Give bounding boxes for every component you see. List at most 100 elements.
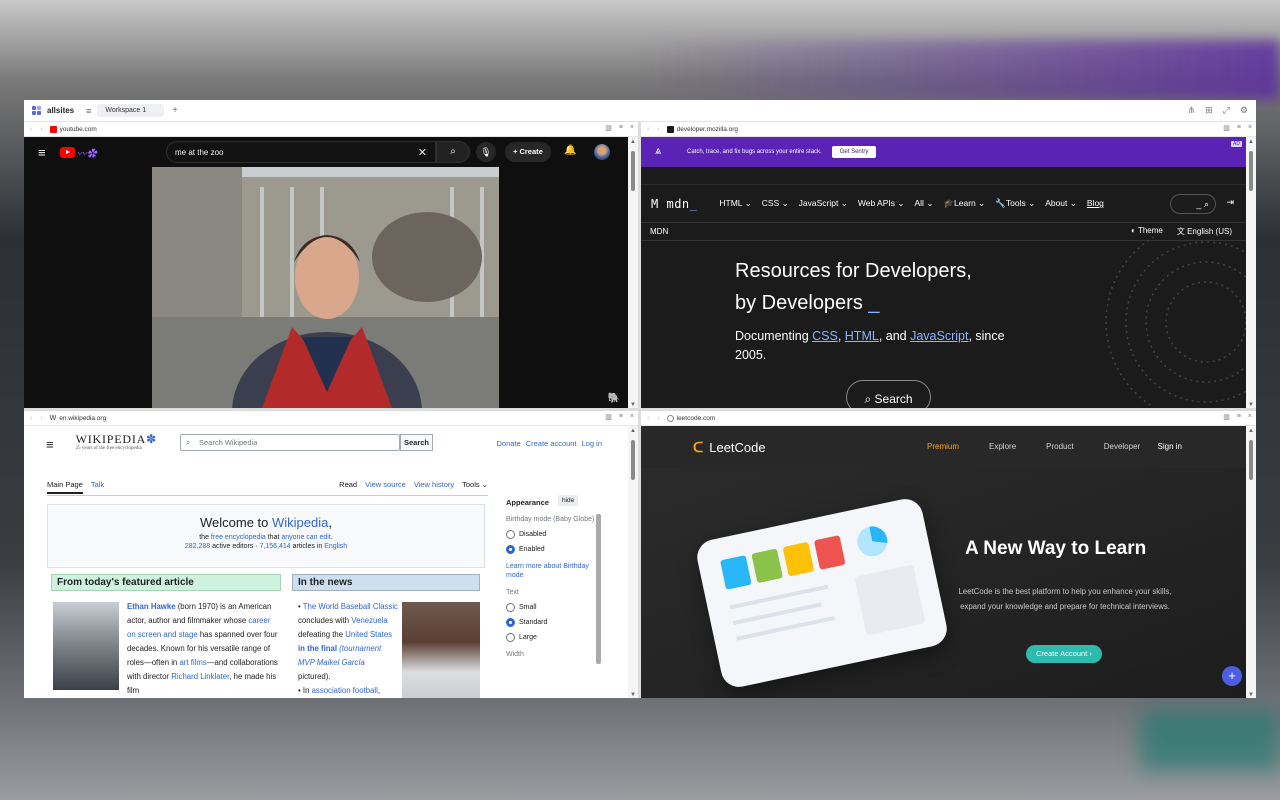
wbc-link[interactable]: The World Baseball Classic	[303, 602, 398, 611]
tab-read[interactable]: Read	[339, 480, 357, 489]
wikipedia-scrollbar[interactable]: ▲ ▼	[628, 426, 638, 698]
login-link[interactable]: Log in	[582, 439, 602, 448]
yt-doodle-icon[interactable]: 〰✿	[77, 145, 97, 160]
nav-web-apis[interactable]: Web APIs ⌄	[858, 198, 905, 209]
final-link[interactable]: final	[321, 644, 337, 653]
mdn-breadcrumb[interactable]: MDN	[650, 227, 668, 236]
pane-menu-icon[interactable]: ≡	[619, 124, 623, 132]
anyone-can-edit-link[interactable]: anyone can edit	[281, 534, 330, 541]
birthday-disabled-radio[interactable]: Disabled	[506, 530, 596, 539]
split-icon[interactable]: ▥	[605, 124, 612, 132]
nav-developer[interactable]: Developer	[1104, 442, 1140, 451]
workspace-menu-icon[interactable]: ≡	[86, 106, 91, 116]
ethan-hawke-link[interactable]: Ethan Hawke	[127, 602, 176, 611]
horizontal-split-divider[interactable]	[24, 408, 1256, 411]
login-icon[interactable]: ⇥	[1226, 197, 1234, 208]
featured-article-image[interactable]	[53, 602, 119, 690]
video-player[interactable]	[152, 167, 499, 408]
text-standard-radio[interactable]: Standard	[506, 618, 596, 627]
yt-create-button[interactable]: + Create	[505, 142, 551, 162]
nav-premium[interactable]: Premium	[927, 442, 959, 451]
nav-tools[interactable]: 🔧Tools ⌄	[995, 198, 1035, 209]
split-icon[interactable]: ▥	[1223, 413, 1230, 421]
yt-search-input[interactable]: me at the zoo ✕	[166, 141, 436, 163]
tab-main-page[interactable]: Main Page	[47, 480, 83, 494]
mdn-url[interactable]: developer.mozilla.org	[677, 126, 738, 133]
appearance-hide-button[interactable]: hide	[558, 495, 579, 506]
leetcode-url[interactable]: leetcode.com	[677, 415, 716, 422]
back-forward-icon[interactable]: ‹ ›	[30, 126, 46, 133]
free-encyclopedia-link[interactable]: free encyclopedia	[211, 534, 266, 541]
share-icon[interactable]: ⋔	[1188, 105, 1196, 116]
clear-icon[interactable]: ✕	[418, 146, 427, 159]
youtube-scrollbar[interactable]: ▲ ▼	[628, 137, 638, 408]
nav-about[interactable]: About ⌄	[1045, 198, 1077, 209]
tools-menu[interactable]: Tools ⌄	[462, 480, 488, 489]
back-forward-icon[interactable]: ‹ ›	[647, 415, 663, 422]
back-forward-icon[interactable]: ‹ ›	[30, 415, 46, 422]
css-link[interactable]: CSS	[812, 329, 838, 343]
yt-menu-icon[interactable]: ≡	[38, 145, 46, 160]
mdn-search-input[interactable]: _ ⌕	[1170, 194, 1216, 214]
nav-all[interactable]: All ⌄	[915, 198, 934, 209]
nav-css[interactable]: CSS ⌄	[762, 198, 789, 209]
richard-linklater-link[interactable]: Richard Linklater	[171, 672, 229, 681]
yt-search-button[interactable]: ⌕	[436, 141, 470, 163]
nav-explore[interactable]: Explore	[989, 442, 1016, 451]
united-states-link[interactable]: United States	[345, 630, 392, 639]
split-icon[interactable]: ▥	[1223, 124, 1230, 132]
sign-in-link[interactable]: Sign in	[1158, 442, 1182, 451]
mdn-search-button[interactable]: ⌕ Search	[846, 380, 931, 408]
news-image[interactable]	[402, 602, 480, 698]
close-pane-icon[interactable]: ×	[1248, 413, 1252, 421]
language-switcher[interactable]: 文 English (US)	[1177, 226, 1232, 237]
pane-menu-icon[interactable]: ≡	[619, 413, 623, 421]
wiki-search-input[interactable]: ⌕ Search Wikipedia	[180, 434, 400, 451]
grid-layout-icon[interactable]: ⊞	[1205, 105, 1213, 116]
expand-icon[interactable]: ⤢	[1223, 105, 1230, 116]
wiki-menu-icon[interactable]: ≡	[46, 437, 54, 452]
donate-link[interactable]: Donate	[497, 439, 521, 448]
settings-gear-icon[interactable]: ⚙	[1240, 105, 1248, 116]
youtube-url[interactable]: youtube.com	[60, 126, 97, 133]
art-films-link[interactable]: art films	[179, 658, 206, 667]
birthday-enabled-radio[interactable]: Enabled	[506, 545, 596, 554]
pane-menu-icon[interactable]: ≡	[1237, 124, 1241, 132]
appearance-scrollbar[interactable]	[596, 502, 601, 686]
learn-more-birthday-link[interactable]: Learn more about Birthday mode	[506, 562, 596, 580]
get-sentry-button[interactable]: Get Sentry	[831, 146, 877, 158]
wikipedia-logo[interactable]: WIKIPEDIA✽ 25 years of the free encyclop…	[76, 433, 157, 454]
close-pane-icon[interactable]: ×	[1248, 124, 1252, 132]
yt-avatar[interactable]	[594, 144, 610, 160]
wikipedia-link[interactable]: Wikipedia	[272, 515, 328, 530]
create-account-button[interactable]: Create Account ›	[1026, 645, 1102, 663]
sentry-ad-banner[interactable]: ⩓ Catch, trace, and fix bugs across your…	[641, 137, 1246, 167]
tab-view-history[interactable]: View history	[414, 480, 454, 489]
wikipedia-url[interactable]: en.wikipedia.org	[59, 415, 106, 422]
channel-watermark-icon[interactable]: 🐘	[608, 393, 620, 404]
editors-count-link[interactable]: 282,288	[185, 543, 210, 550]
articles-count-link[interactable]: 7,156,414	[260, 543, 291, 550]
leetcode-logo[interactable]: ᑕ LeetCode	[693, 439, 766, 456]
microphone-icon[interactable]: 🎙	[476, 142, 496, 162]
tab-view-source[interactable]: View source	[365, 480, 406, 489]
text-small-radio[interactable]: Small	[506, 603, 596, 612]
nav-learn[interactable]: 🎓Learn ⌄	[943, 198, 985, 209]
text-large-radio[interactable]: Large	[506, 633, 596, 642]
close-pane-icon[interactable]: ×	[630, 124, 634, 132]
floating-plus-button[interactable]: +	[1222, 666, 1242, 686]
nav-blog[interactable]: Blog	[1087, 198, 1104, 209]
notifications-bell-icon[interactable]: 🔔	[564, 145, 576, 156]
nav-html[interactable]: HTML ⌄	[719, 198, 751, 209]
leetcode-scrollbar[interactable]: ▲ ▼	[1246, 426, 1256, 698]
mdn-scrollbar[interactable]: ▲ ▼	[1246, 137, 1256, 408]
association-football-link[interactable]: association football	[312, 686, 378, 695]
back-forward-icon[interactable]: ‹ ›	[647, 126, 663, 133]
wiki-search-button[interactable]: Search	[400, 434, 433, 451]
create-account-link[interactable]: Create account	[526, 439, 577, 448]
javascript-link[interactable]: JavaScript	[910, 329, 968, 343]
nav-javascript[interactable]: JavaScript ⌄	[799, 198, 848, 209]
add-workspace-icon[interactable]: +	[172, 105, 178, 116]
venezuela-link[interactable]: Venezuela	[351, 616, 387, 625]
html-link[interactable]: HTML	[845, 329, 879, 343]
